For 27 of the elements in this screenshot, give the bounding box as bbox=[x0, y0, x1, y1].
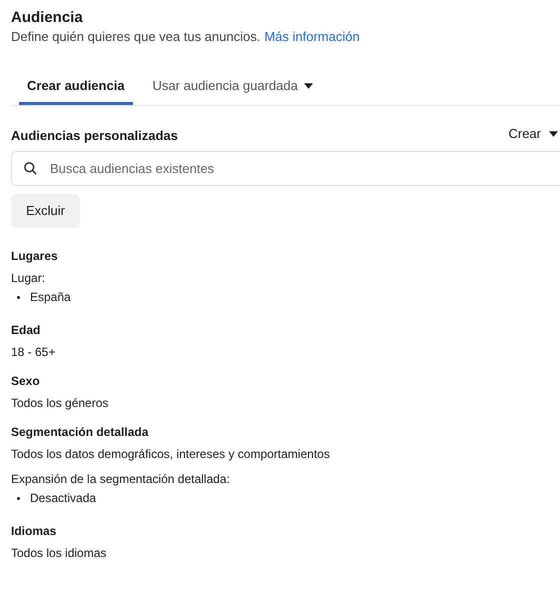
subsection-title: Audiencias personalizadas bbox=[11, 127, 178, 145]
more-info-link[interactable]: Más información bbox=[264, 28, 360, 46]
caret-icon bbox=[304, 82, 313, 88]
field-value: Desactivada bbox=[30, 490, 96, 506]
field-value: 18 - 65+ bbox=[11, 344, 56, 360]
caret-icon bbox=[549, 130, 558, 137]
field-value: Lugar: bbox=[11, 270, 46, 286]
section-title: Audiencia bbox=[11, 8, 84, 28]
field-value: Expansión de la segmentación detallada: bbox=[11, 470, 231, 488]
field-value: Todos los datos demográficos, intereses y comportamientos bbox=[11, 446, 331, 462]
field-label: Segmentación detallada bbox=[11, 424, 150, 440]
description-text: Define quién quieres que vea tus anuncios. bbox=[11, 28, 260, 46]
tab[interactable]: Crear audiencia bbox=[19, 69, 133, 105]
field-label: Edad bbox=[11, 322, 42, 338]
field-value: Todos los idiomas bbox=[11, 544, 108, 562]
search-field[interactable]: Busca audiencias existentes bbox=[11, 150, 560, 186]
bullet-icon bbox=[17, 296, 20, 298]
field-value: Todos los géneros bbox=[11, 394, 110, 412]
create-button[interactable]: Crear bbox=[508, 124, 560, 144]
search-icon bbox=[23, 160, 38, 176]
field-label: Sexo bbox=[11, 372, 41, 388]
field-label: Lugares bbox=[11, 248, 59, 264]
field-label: Idiomas bbox=[11, 522, 58, 538]
field-value: España bbox=[30, 288, 71, 306]
exclude-button[interactable]: Excluir bbox=[11, 194, 80, 228]
bullet-icon bbox=[17, 496, 20, 500]
tab[interactable]: Usar audiencia guardada bbox=[144, 69, 321, 105]
